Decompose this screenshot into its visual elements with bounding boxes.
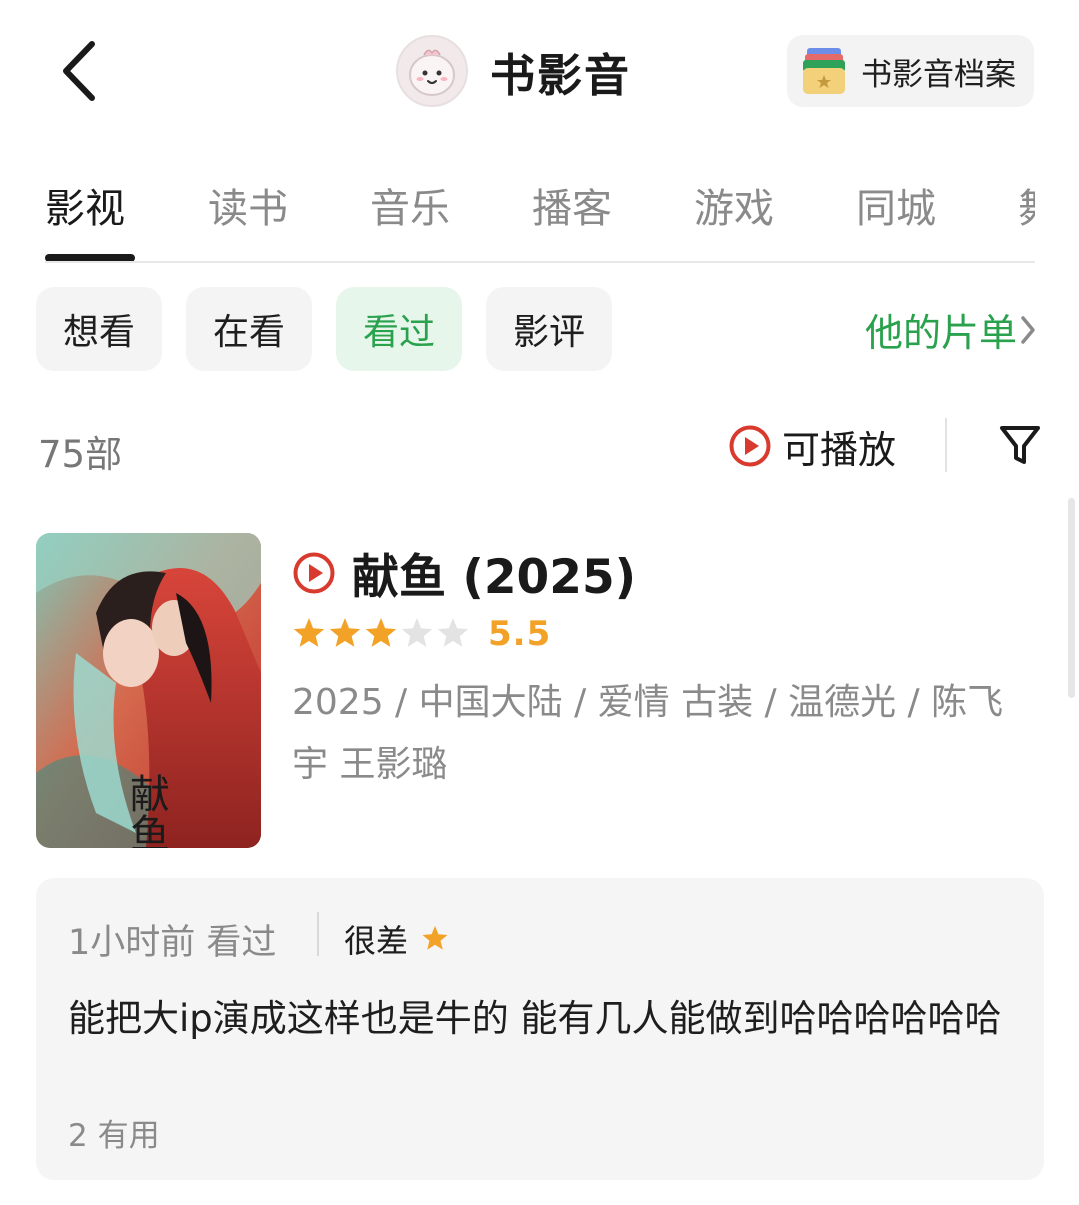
star-empty-icon <box>437 618 469 647</box>
star-filled-icon <box>329 618 361 647</box>
star-filled-icon <box>293 618 325 647</box>
playlist-link-label: 他的片单 <box>864 311 1017 355</box>
playable-label: 可播放 <box>782 427 897 472</box>
poster-title: 献鱼 <box>123 773 169 848</box>
chip-reviews[interactable]: 影评 <box>486 287 612 371</box>
archive-label: 书影音档案 <box>861 56 1016 93</box>
chip-want-to-watch[interactable]: 想看 <box>36 287 162 371</box>
chip-watched[interactable]: 看过 <box>336 287 462 371</box>
playable-filter-button[interactable]: 可播放 <box>728 421 897 472</box>
poster-image: 献鱼 <box>36 533 261 848</box>
movie-title-row[interactable]: 献鱼 (2025) <box>292 538 636 607</box>
useful-count[interactable]: 2 有用 <box>68 1110 160 1155</box>
movie-meta: 2025 / 中国大陆 / 爱情 古装 / 温德光 / 陈飞宇 王影璐 <box>292 682 1004 785</box>
chevron-right-icon <box>1021 315 1035 344</box>
page-title: 书影音 <box>490 48 632 102</box>
funnel-icon <box>1000 426 1040 464</box>
tab-books[interactable]: 读书 <box>208 176 288 234</box>
star-rating-icon <box>293 618 469 647</box>
star-icon <box>422 925 448 950</box>
avatar[interactable] <box>396 35 468 107</box>
tab-games[interactable]: 游戏 <box>694 176 774 234</box>
tabs-divider <box>45 261 1035 263</box>
movie-rating: 5.5 <box>292 614 551 654</box>
tab-music[interactable]: 音乐 <box>370 176 450 234</box>
tab-stage[interactable]: 舞 <box>1018 176 1035 234</box>
item-count: 75部 <box>38 433 123 476</box>
chip-watching[interactable]: 在看 <box>186 287 312 371</box>
play-circle-icon <box>729 425 771 467</box>
toolbar-divider <box>945 418 947 472</box>
tab-local[interactable]: 同城 <box>856 176 936 234</box>
chevron-left-icon <box>63 41 95 101</box>
category-tabs: 影视 读书 音乐 播客 游戏 同城 舞 <box>0 170 1035 262</box>
review-card: 1小时前 看过 很差 能把大ip演成这样也是牛的 能有几人能做到哈哈哈哈哈哈 2… <box>36 878 1044 1180</box>
review-time: 1小时前 看过 <box>68 923 277 963</box>
archive-box-icon <box>803 48 845 94</box>
mascot-icon <box>409 49 455 96</box>
review-rating: 很差 <box>344 916 450 962</box>
header-title-group: 书影音 <box>396 35 632 107</box>
movie-score: 5.5 <box>488 614 552 654</box>
scrollbar[interactable] <box>1068 498 1075 698</box>
movie-poster[interactable]: 献鱼 <box>36 533 261 848</box>
filter-button[interactable] <box>998 420 1042 470</box>
tab-film[interactable]: 影视 <box>45 176 125 234</box>
screen: 书影音 书影音档案 影视 读书 音乐 播客 游戏 同城 舞 想看 在看 看过 影… <box>0 0 1079 1205</box>
star-filled-icon <box>365 618 397 647</box>
tab-podcast[interactable]: 播客 <box>532 176 612 234</box>
review-divider <box>317 912 319 956</box>
star-empty-icon <box>401 618 433 647</box>
star-filled-icon <box>422 925 448 950</box>
archive-button[interactable]: 书影音档案 <box>787 35 1034 107</box>
movie-title: 献鱼 (2025) <box>352 550 637 605</box>
play-circle-icon <box>293 552 335 593</box>
review-text: 能把大ip演成这样也是牛的 能有几人能做到哈哈哈哈哈哈 <box>68 997 1002 1040</box>
back-button[interactable] <box>50 36 110 106</box>
playlist-link[interactable]: 他的片单 <box>865 302 1039 357</box>
review-rating-label: 很差 <box>344 922 409 960</box>
